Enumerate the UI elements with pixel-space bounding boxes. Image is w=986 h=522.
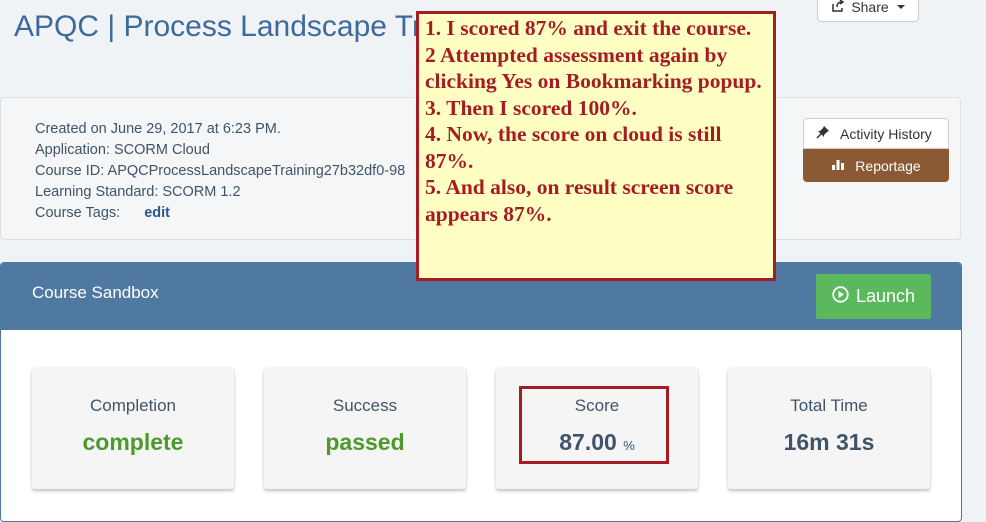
- launch-button[interactable]: Launch: [816, 274, 931, 319]
- pushpin-icon: [816, 125, 830, 142]
- annotation-note: 1. I scored 87% and exit the course. 2 A…: [416, 11, 776, 281]
- annotation-line: 1. I scored 87% and exit the course.: [425, 16, 752, 40]
- course-tags-row: Course Tags: edit: [35, 203, 405, 224]
- completion-label: Completion: [90, 396, 176, 415]
- activity-history-button[interactable]: Activity History: [803, 118, 949, 149]
- play-circle-icon: [832, 285, 849, 308]
- learning-standard: Learning Standard: SCORM 1.2: [35, 184, 241, 200]
- course-tags-label: Course Tags:: [35, 205, 121, 221]
- annotation-line: 4. Now, the score on cloud is still 87%.: [425, 122, 722, 173]
- reportage-label: Reportage: [855, 157, 921, 174]
- annotation-line: 5. And also, on result screen score appe…: [425, 175, 734, 226]
- completion-card: Completion complete: [32, 367, 234, 489]
- course-id: Course ID: APQCProcessLandscapeTraining2…: [35, 163, 406, 179]
- annotation-line: 3. Then I scored 100%.: [425, 95, 637, 120]
- created-date: Created on June 29, 2017 at 6:23 PM.: [35, 121, 281, 137]
- sandbox-title: Course Sandbox: [32, 283, 159, 302]
- launch-label: Launch: [855, 286, 916, 306]
- reportage-button[interactable]: Reportage: [803, 149, 949, 182]
- activity-history-label: Activity History: [840, 125, 932, 142]
- total-time-label: Total Time: [790, 396, 868, 415]
- success-value: passed: [325, 429, 405, 455]
- annotation-line: 2 Attempted assessment again by clicking…: [425, 42, 762, 94]
- success-card: Success passed: [264, 367, 466, 489]
- completion-value: complete: [82, 429, 184, 455]
- success-label: Success: [332, 396, 398, 415]
- share-icon: [831, 0, 845, 16]
- total-time-value: 16m 31s: [783, 429, 875, 455]
- caret-down-icon: [896, 5, 905, 9]
- edit-tags-link[interactable]: edit: [144, 205, 170, 221]
- total-time-card: Total Time 16m 31s: [728, 367, 930, 489]
- bar-chart-icon: [831, 158, 845, 174]
- share-button[interactable]: Share: [817, 0, 919, 22]
- share-label: Share: [851, 0, 889, 15]
- course-details: Created on June 29, 2017 at 6:23 PM. App…: [35, 119, 405, 224]
- page-title: APQC | Process Landscape Training: [14, 10, 434, 43]
- score-highlight-box: [519, 386, 669, 464]
- application-name: Application: SCORM Cloud: [35, 142, 210, 158]
